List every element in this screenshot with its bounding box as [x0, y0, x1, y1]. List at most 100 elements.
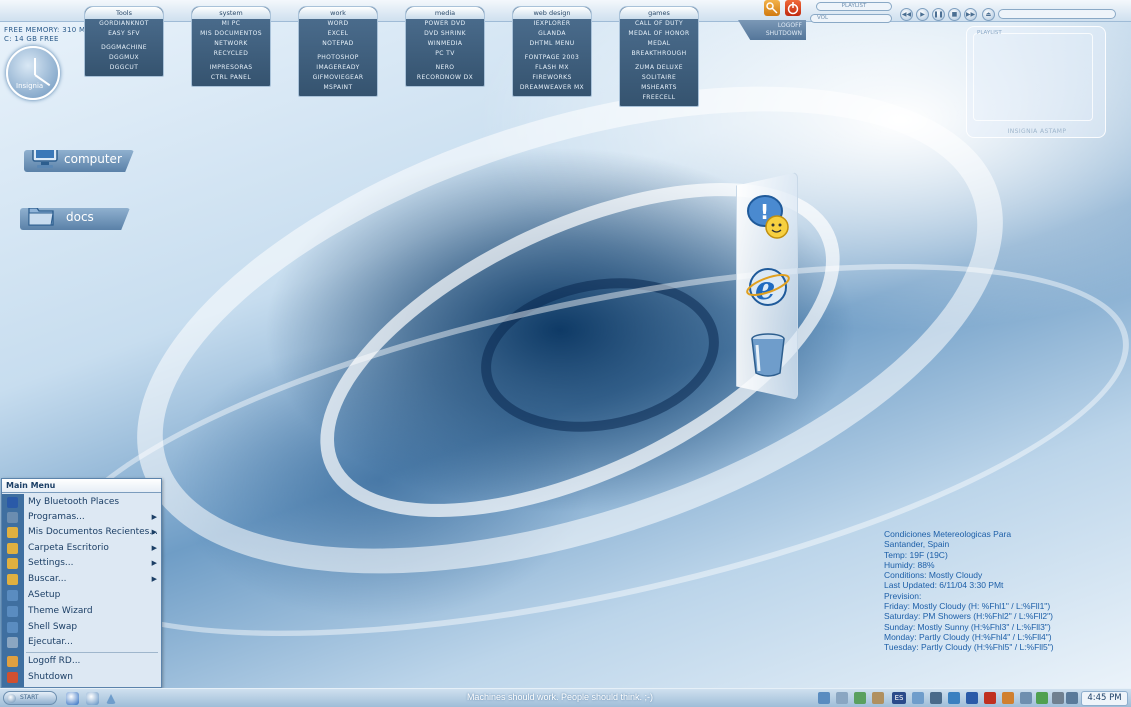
- bluetooth-icon[interactable]: [966, 692, 978, 704]
- menu-item[interactable]: MSHEARTS: [620, 83, 698, 93]
- menu-item[interactable]: IEXPLORER: [513, 19, 591, 29]
- menu-item[interactable]: EASY SFV: [85, 29, 163, 39]
- menu-title[interactable]: web design: [513, 7, 591, 19]
- shutdown-label[interactable]: SHUTDOWN: [738, 30, 806, 38]
- arrow-up-icon[interactable]: [106, 694, 116, 704]
- menu-item[interactable]: EXCEL: [299, 29, 377, 39]
- menu-item[interactable]: ZUMA DELUXE: [620, 63, 698, 73]
- menu-item[interactable]: WORD: [299, 19, 377, 29]
- start-menu-item-ejecutar[interactable]: Ejecutar...: [2, 635, 161, 650]
- menu-title[interactable]: media: [406, 7, 484, 19]
- menu-item[interactable]: MSPAINT: [299, 83, 377, 93]
- menu-item[interactable]: MEDAL OF HONOR: [620, 29, 698, 39]
- menu-item[interactable]: IMAGEREADY: [299, 63, 377, 73]
- desktop-icon-computer[interactable]: computer: [24, 150, 134, 172]
- start-menu-item-programas[interactable]: Programas... ▶: [2, 510, 161, 525]
- playlist-area[interactable]: [973, 33, 1093, 121]
- printer-icon[interactable]: [836, 692, 848, 704]
- menu-item[interactable]: POWER DVD: [406, 19, 484, 29]
- start-menu-item-logoff[interactable]: Logoff RD...: [2, 654, 161, 669]
- menu-item[interactable]: FONTPAGE 2003: [513, 53, 591, 63]
- start-menu-item-bluetooth[interactable]: My Bluetooth Places: [2, 495, 161, 510]
- weather-line: Prevision:: [884, 590, 922, 601]
- menu-item[interactable]: PHOTOSHOP: [299, 53, 377, 63]
- explorer-quicklaunch-icon[interactable]: [86, 692, 99, 705]
- menu-item[interactable]: MI PC: [192, 19, 270, 29]
- menu-item[interactable]: NOTEPAD: [299, 39, 377, 49]
- menu-item[interactable]: DGGCUT: [85, 63, 163, 73]
- tool-icon[interactable]: [1020, 692, 1032, 704]
- internet-explorer-icon[interactable]: e: [743, 259, 793, 315]
- menu-item[interactable]: GORDIANKNOT: [85, 19, 163, 29]
- menu-item[interactable]: IMPRESORAS: [192, 63, 270, 73]
- power-button[interactable]: [785, 0, 801, 16]
- menu-item[interactable]: DHTML MENU: [513, 39, 591, 49]
- menu-item[interactable]: RECORDNOW DX: [406, 73, 484, 83]
- logoff-panel[interactable]: LOGOFF SHUTDOWN: [738, 20, 806, 40]
- menu-item[interactable]: FLASH MX: [513, 63, 591, 73]
- menu-item[interactable]: NETWORK: [192, 39, 270, 49]
- start-menu-item-settings[interactable]: Settings... ▶: [2, 556, 161, 571]
- menu-item[interactable]: DGGMUX: [85, 53, 163, 63]
- track-position-bar[interactable]: [998, 9, 1116, 19]
- menu-item[interactable]: RECYCLED: [192, 49, 270, 59]
- menu-item[interactable]: MEDAL BREAKTHROUGH: [620, 39, 698, 59]
- menu-item[interactable]: GIFMOVIEGEAR: [299, 73, 377, 83]
- monitor-icon[interactable]: [912, 692, 924, 704]
- menu-item[interactable]: DGGMACHINE: [85, 43, 163, 53]
- menu-title[interactable]: games: [620, 7, 698, 19]
- firewall-icon[interactable]: [1002, 692, 1014, 704]
- volume-icon[interactable]: [930, 692, 942, 704]
- pen-icon[interactable]: [1052, 692, 1064, 704]
- messenger-icon[interactable]: [948, 692, 960, 704]
- play-button[interactable]: ▶: [916, 8, 929, 21]
- start-menu-item-theme-wizard[interactable]: Theme Wizard: [2, 604, 161, 619]
- forward-button[interactable]: ▶▶: [964, 8, 977, 21]
- weather-line: Saturday: PM Showers (H:%Fhl2" / L:%Fll2…: [884, 611, 1054, 622]
- search-icon[interactable]: [1066, 692, 1078, 704]
- start-menu-item-shell-swap[interactable]: Shell Swap: [2, 620, 161, 635]
- timer-icon[interactable]: [872, 692, 884, 704]
- messenger-icon[interactable]: !: [743, 189, 793, 245]
- taskbar-clock[interactable]: 4:45 PM: [1081, 691, 1128, 706]
- menu-item[interactable]: WINMEDIA: [406, 39, 484, 49]
- network-icon[interactable]: [818, 692, 830, 704]
- stop-button[interactable]: ■: [948, 8, 961, 21]
- menu-item[interactable]: DREAMWEAVER MX: [513, 83, 591, 93]
- menu-item[interactable]: CTRL PANEL: [192, 73, 270, 83]
- logoff-label[interactable]: LOGOFF: [738, 22, 806, 30]
- menu-title[interactable]: work: [299, 7, 377, 19]
- pause-button[interactable]: ❚❚: [932, 8, 945, 21]
- ie-quicklaunch-icon[interactable]: [66, 692, 79, 705]
- start-button[interactable]: START: [3, 691, 57, 705]
- desktop-icon-docs[interactable]: docs: [20, 208, 130, 230]
- menu-item[interactable]: GLANDA: [513, 29, 591, 39]
- start-menu-item-asetup[interactable]: ASetup: [2, 588, 161, 603]
- start-menu-item-desktop-folder[interactable]: Carpeta Escritorio ▶: [2, 541, 161, 556]
- start-menu-item-recent-docs[interactable]: Mis Documentos Recientes... ▶: [2, 525, 161, 540]
- menu-item[interactable]: SOLITAIRE: [620, 73, 698, 83]
- menu-item[interactable]: DVD SHRINK: [406, 29, 484, 39]
- start-menu-item-buscar[interactable]: Buscar... ▶: [2, 572, 161, 587]
- menu-item[interactable]: FIREWORKS: [513, 73, 591, 83]
- menu-item[interactable]: MIS DOCUMENTOS: [192, 29, 270, 39]
- menu-item[interactable]: CALL OF DUTY: [620, 19, 698, 29]
- antivirus-icon[interactable]: [984, 692, 996, 704]
- rewind-button[interactable]: ◀◀: [900, 8, 913, 21]
- key-button[interactable]: [764, 0, 780, 16]
- clock-widget[interactable]: Insignia: [6, 46, 60, 100]
- usb-icon[interactable]: [1036, 692, 1048, 704]
- start-menu-item-shutdown[interactable]: Shutdown: [2, 670, 161, 685]
- sync-icon[interactable]: [854, 692, 866, 704]
- volume-slider[interactable]: VOL: [810, 14, 892, 23]
- language-es-icon[interactable]: ES: [892, 692, 906, 704]
- menu-title[interactable]: system: [192, 7, 270, 19]
- eject-button[interactable]: ⏏: [982, 8, 995, 21]
- menu-title[interactable]: Tools: [85, 7, 163, 19]
- bucket-icon[interactable]: [743, 327, 793, 383]
- menu-item[interactable]: PC TV: [406, 49, 484, 59]
- menu-item[interactable]: NERO: [406, 63, 484, 73]
- playlist-tab[interactable]: PLAYLIST: [816, 2, 892, 11]
- clock-hand-icon: [34, 58, 36, 75]
- menu-item[interactable]: FREECELL: [620, 93, 698, 103]
